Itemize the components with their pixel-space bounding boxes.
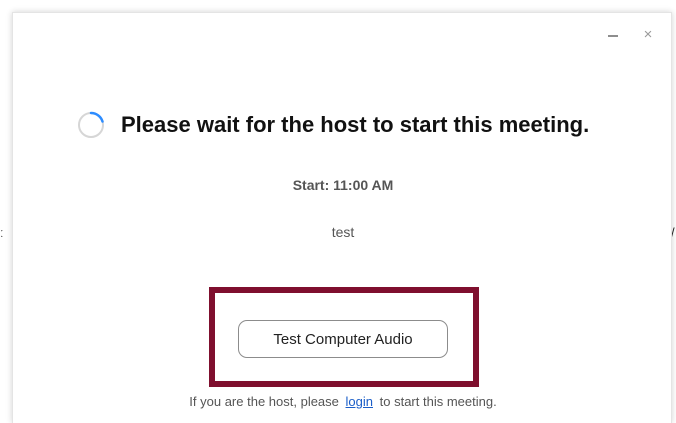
status-title: Please wait for the host to start this m…: [121, 112, 590, 137]
host-note-suffix: to start this meeting.: [379, 394, 497, 409]
login-link[interactable]: login: [346, 394, 373, 409]
host-login-note: If you are the host, please login to sta…: [13, 394, 673, 409]
meeting-topic: test: [331, 224, 355, 240]
close-button[interactable]: ×: [640, 27, 656, 43]
status-header: Please wait for the host to start this m…: [77, 109, 589, 141]
waiting-room-dialog: × Please wait for the host to start this…: [12, 12, 672, 423]
test-computer-audio-button[interactable]: Test Computer Audio: [238, 320, 448, 358]
meeting-start-time: Start: 11:00 AM: [292, 177, 394, 193]
screen: ː / × Please wait for the host to start …: [0, 0, 676, 423]
minimize-button[interactable]: [605, 27, 621, 43]
host-note-prefix: If you are the host, please: [189, 394, 339, 409]
background-text-fragment-left: ː: [0, 225, 4, 240]
loading-spinner-icon: [78, 111, 104, 138]
minimize-icon: [608, 35, 618, 37]
